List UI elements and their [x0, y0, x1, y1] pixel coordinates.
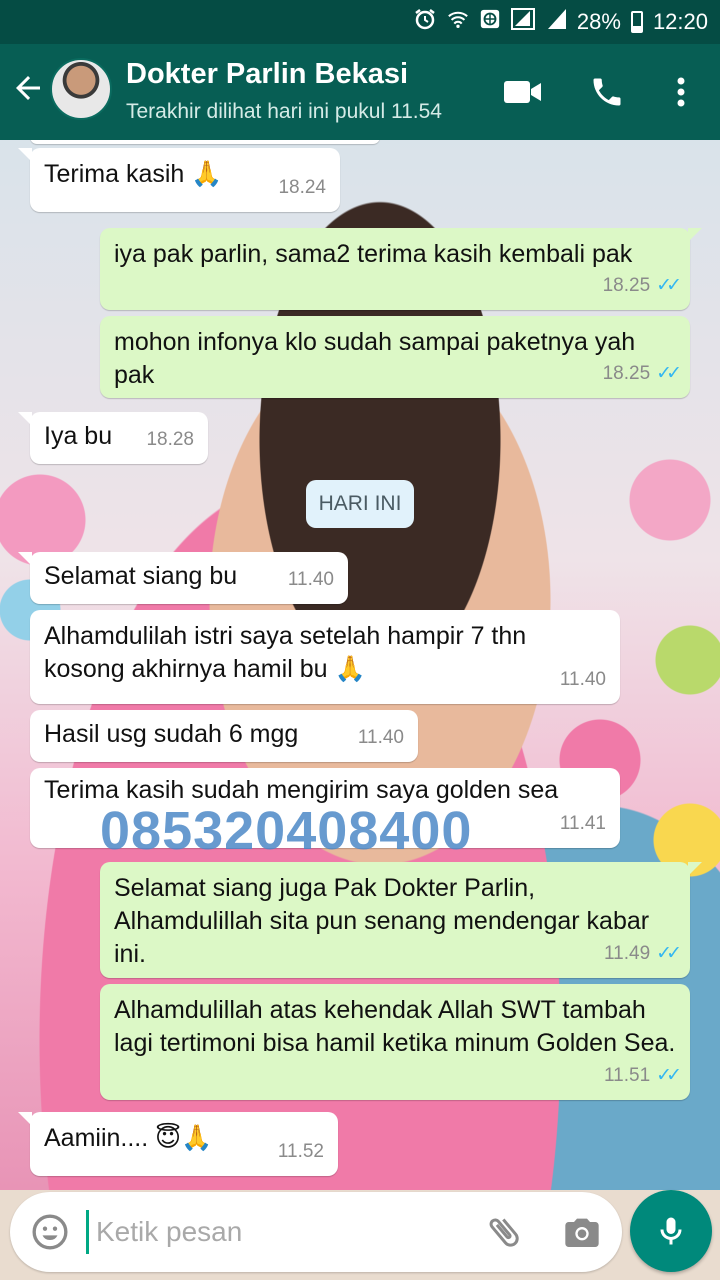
message-text: Alhamdulilah istri saya setelah hampir 7… [44, 622, 527, 683]
mic-icon[interactable] [630, 1190, 712, 1272]
message-time: 11.40 [559, 669, 606, 690]
message-time: 11.40 [357, 727, 404, 748]
message-text: Selamat siang bu [44, 562, 238, 590]
read-ticks-icon: ✓✓ [656, 275, 682, 296]
more-vert-icon[interactable] [658, 70, 704, 114]
battery-percent: 28% [576, 9, 621, 34]
message-outgoing[interactable]: iya pak parlin, sama2 terima kasih kemba… [100, 228, 702, 310]
message-text: Hasil usg sudah 6 mgg [44, 720, 299, 748]
wifi-icon [447, 8, 469, 36]
camera-icon[interactable] [562, 1212, 602, 1252]
message-time: 11.40 [287, 569, 334, 590]
emoji-icon[interactable] [30, 1212, 70, 1252]
message-time: 11.49 [604, 943, 651, 964]
message-text: Aamiin.... 😇🙏 [44, 1124, 213, 1152]
signal-icon [510, 7, 537, 37]
message-outgoing[interactable]: mohon infonya klo sudah sampai paketnya … [100, 316, 690, 398]
message-text: Terima kasih 🙏 [44, 160, 223, 188]
message-incoming[interactable]: Aamiin.... 😇🙏 11.52 [18, 1112, 338, 1176]
video-call-icon[interactable] [500, 70, 546, 114]
phone-number-watermark: 085320408400 [100, 801, 473, 861]
message-time: 18.25 [602, 363, 651, 384]
message-text: mohon infonya klo sudah sampai paketnya … [114, 328, 636, 389]
message-incoming[interactable]: Selamat siang bu 11.40 [18, 552, 348, 604]
message-text: Alhamdulillah atas kehendak Allah SWT ta… [114, 996, 676, 1057]
message-outgoing[interactable]: Alhamdulillah atas kehendak Allah SWT ta… [100, 984, 690, 1100]
read-ticks-icon: ✓✓ [656, 363, 682, 384]
status-bar: 28% 12:20 [0, 0, 720, 44]
signal-icon [547, 7, 567, 37]
message-text: iya pak parlin, sama2 terima kasih kemba… [114, 240, 633, 268]
message-outgoing[interactable]: Selamat siang juga Pak Dokter Parlin, Al… [100, 862, 702, 978]
message-incoming[interactable]: Iya bu 18.28 [18, 412, 208, 464]
message-time: 11.41 [559, 813, 606, 834]
back-arrow-icon[interactable] [10, 70, 50, 114]
text-cursor [86, 1210, 89, 1254]
date-divider: HARI INI [306, 480, 414, 528]
chat-area[interactable]: Terima kasih 🙏 18.24 iya pak parlin, sam… [0, 140, 720, 1190]
battery-icon [630, 11, 643, 33]
message-incoming[interactable]: Terima kasih 🙏 18.24 [18, 148, 340, 212]
read-ticks-icon: ✓✓ [656, 943, 682, 964]
phone-icon[interactable] [584, 70, 630, 114]
message-input[interactable] [96, 1208, 476, 1256]
message-incoming[interactable]: Alhamdulilah istri saya setelah hampir 7… [30, 610, 620, 704]
message-time: 18.25 [602, 275, 651, 296]
message-time: 18.24 [278, 177, 326, 198]
read-ticks-icon: ✓✓ [656, 1065, 682, 1086]
avatar[interactable] [50, 58, 112, 120]
message-composer [10, 1192, 622, 1272]
message-text: Iya bu [44, 422, 113, 450]
data-icon [479, 8, 501, 36]
message-text: Selamat siang juga Pak Dokter Parlin, Al… [114, 874, 650, 968]
contact-name[interactable]: Dokter Parlin Bekasi [126, 58, 408, 91]
message-time: 11.51 [604, 1065, 651, 1086]
message-time: 18.28 [146, 429, 194, 450]
last-seen-status: Terakhir dilihat hari ini pukul 11.54 [126, 100, 442, 123]
chat-header: Dokter Parlin Bekasi Terakhir dilihat ha… [0, 44, 720, 140]
partial-message [30, 140, 380, 144]
attach-icon[interactable] [484, 1212, 524, 1252]
message-incoming[interactable]: Hasil usg sudah 6 mgg 11.40 [30, 710, 418, 762]
alarm-icon [413, 7, 437, 37]
message-time: 11.52 [277, 1141, 324, 1162]
clock: 12:20 [652, 9, 708, 34]
